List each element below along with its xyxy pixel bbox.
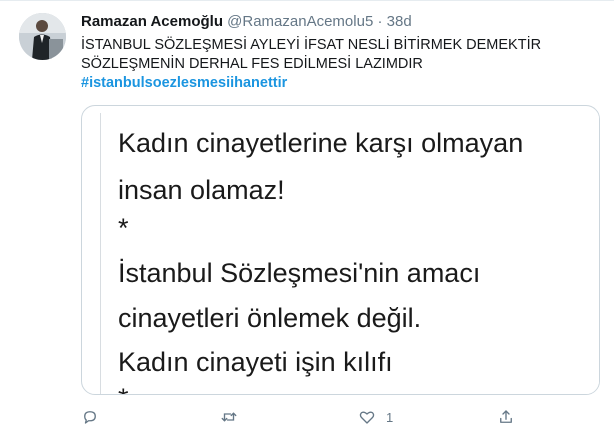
separator-dot: · [377, 13, 383, 30]
like-count: 1 [386, 409, 394, 425]
media-line-5: cinayetleri önlemek değil. [118, 303, 422, 333]
avatar[interactable] [19, 13, 66, 60]
avatar-photo-icon [19, 13, 66, 60]
retweet-arrows-icon [221, 412, 237, 422]
tweet-card[interactable]: Ramazan Acemoğlu @RamazanAcemolu5 · 38d … [0, 0, 614, 442]
tweet-actions: 1 [81, 405, 581, 429]
author-name[interactable]: Ramazan Acemoğlu [81, 13, 223, 30]
retweet-button[interactable] [220, 405, 238, 429]
media-line-1: Kadın cinayetlerine karşı olmayan [118, 128, 524, 158]
media-text-panel: Kadın cinayetlerine karşı olmayan insan … [100, 113, 599, 394]
hashtag-link[interactable]: #istanbulsoezlesmesiihanettir [81, 74, 541, 93]
media-line-3: * [118, 213, 129, 243]
comment-bubble-icon [84, 411, 96, 424]
reply-button[interactable] [81, 405, 99, 429]
media-line-2: insan olamaz! [118, 175, 285, 205]
timestamp[interactable]: 38d [387, 13, 412, 30]
heart-icon [359, 411, 375, 424]
share-upload-icon [500, 410, 512, 423]
tweet-text-line-2: SÖZLEŞMENİN DERHAL FES EDİLMESİ LAZIMDIR [81, 56, 423, 72]
tweet-text: İSTANBUL SÖZLEŞMESİ AYLEYİ İFSAT NESLİ B… [81, 36, 541, 93]
like-button[interactable]: 1 [358, 405, 393, 429]
tweet-header: Ramazan Acemoğlu @RamazanAcemolu5 · 38d [81, 12, 412, 32]
media-line-4: İstanbul Sözleşmesi'nin amacı [118, 258, 481, 288]
tweet-media-image[interactable]: Kadın cinayetlerine karşı olmayan insan … [81, 105, 600, 395]
media-line-7: * [118, 382, 129, 394]
tweet-text-line-1: İSTANBUL SÖZLEŞMESİ AYLEYİ İFSAT NESLİ B… [81, 37, 542, 53]
author-handle[interactable]: @RamazanAcemolu5 [227, 13, 373, 30]
share-button[interactable] [497, 405, 515, 429]
media-line-6: Kadın cinayeti işin kılıfı [118, 347, 393, 377]
